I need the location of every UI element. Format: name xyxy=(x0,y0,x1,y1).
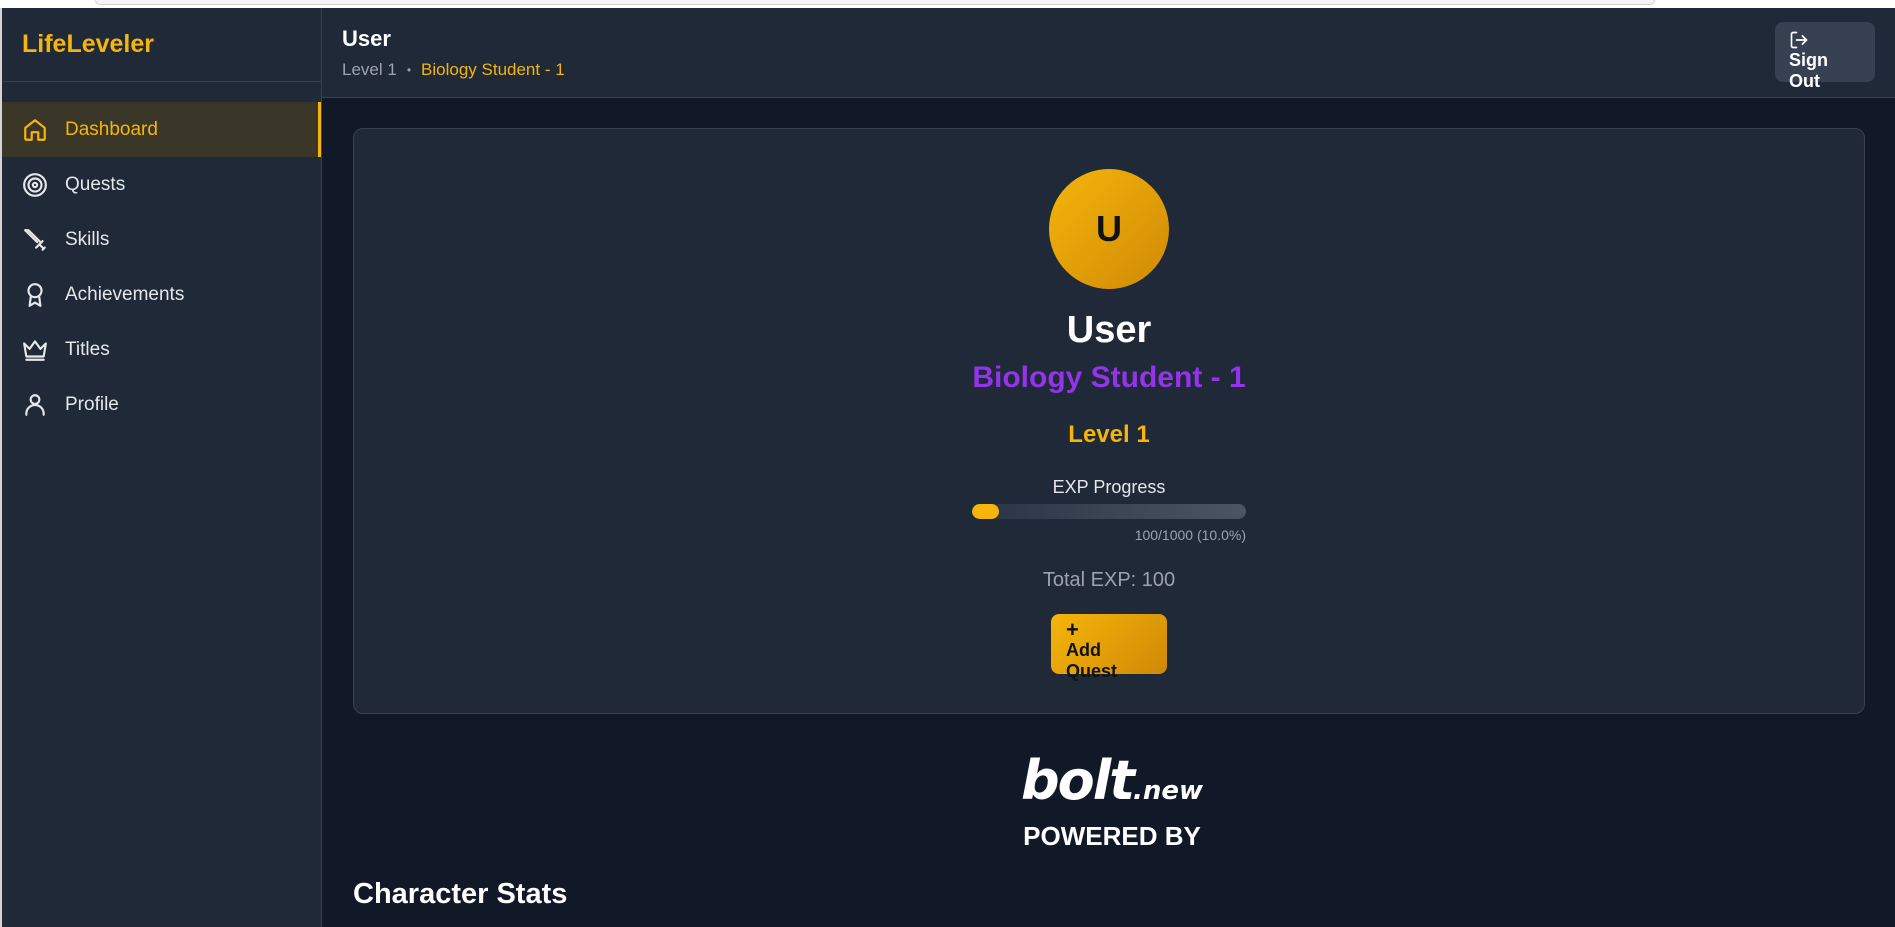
sign-out-label: Sign Out xyxy=(1789,50,1828,91)
header-level: Level 1 xyxy=(342,60,397,79)
sidebar-item-achievements[interactable]: Achievements xyxy=(2,267,321,322)
profile-level: Level 1 xyxy=(1068,421,1150,448)
plus-icon: + xyxy=(1066,617,1079,642)
bolt-badge[interactable]: bolt.new POWERED BY xyxy=(1002,753,1222,852)
brand[interactable]: LifeLeveler xyxy=(2,8,321,82)
bolt-logo-suffix: .new xyxy=(1133,776,1204,806)
sidebar-item-label: Achievements xyxy=(65,283,185,305)
sidebar-nav: Dashboard Quests Skills Achievements Tit… xyxy=(2,82,321,432)
character-stats-heading: Character Stats xyxy=(353,878,568,910)
bolt-logo-main: bolt xyxy=(1020,749,1135,812)
header-subtitle: Level 1 • Biology Student - 1 xyxy=(342,60,565,80)
profile-card: U User Biology Student - 1 Level 1 EXP P… xyxy=(353,128,1865,714)
exp-progress-bar xyxy=(972,504,1246,519)
bolt-logo: bolt.new xyxy=(1002,753,1222,819)
profile-title: Biology Student - 1 xyxy=(972,361,1246,394)
header-separator: • xyxy=(406,63,412,77)
sidebar-item-profile[interactable]: Profile xyxy=(2,377,321,432)
profile-name: User xyxy=(1066,309,1152,351)
add-quest-label: Add Quest xyxy=(1066,640,1118,681)
home-icon xyxy=(22,117,48,143)
page-title: User xyxy=(342,26,391,51)
sign-out-icon xyxy=(1790,31,1808,49)
sidebar-item-dashboard[interactable]: Dashboard xyxy=(2,102,321,157)
sidebar-item-label: Quests xyxy=(65,173,126,195)
sidebar-item-quests[interactable]: Quests xyxy=(2,157,321,212)
powered-by-text: POWERED BY xyxy=(1023,821,1201,851)
sidebar: LifeLeveler Dashboard Quests Skills Achi… xyxy=(2,8,322,927)
user-icon xyxy=(22,392,48,418)
avatar: U xyxy=(1049,169,1169,289)
target-icon xyxy=(22,172,48,198)
exp-progress-label: EXP Progress xyxy=(1052,477,1166,497)
sign-out-button[interactable]: Sign Out xyxy=(1775,22,1875,91)
browser-tab-edge xyxy=(95,0,1655,5)
sidebar-item-label: Titles xyxy=(65,338,110,360)
award-icon xyxy=(22,282,48,308)
exp-progress-text: 100/1000 (10.0%) xyxy=(1134,527,1246,543)
header-user-title: Biology Student - 1 xyxy=(421,60,565,79)
add-quest-button[interactable]: + Add Quest xyxy=(1051,614,1167,681)
top-header: User Level 1 • Biology Student - 1 Sign … xyxy=(322,8,1895,98)
app-root: LifeLeveler Dashboard Quests Skills Achi… xyxy=(0,8,1895,927)
sidebar-item-label: Skills xyxy=(65,228,110,250)
exp-progress-fill xyxy=(972,504,1000,519)
browser-top-strip xyxy=(0,0,1895,8)
sword-icon xyxy=(22,227,48,253)
total-exp: Total EXP: 100 xyxy=(1042,569,1176,591)
sidebar-item-label: Profile xyxy=(65,393,119,415)
sidebar-item-label: Dashboard xyxy=(65,118,158,140)
sidebar-item-titles[interactable]: Titles xyxy=(2,322,321,377)
brand-name: LifeLeveler xyxy=(22,30,155,58)
sidebar-item-skills[interactable]: Skills xyxy=(2,212,321,267)
crown-icon xyxy=(22,337,48,363)
